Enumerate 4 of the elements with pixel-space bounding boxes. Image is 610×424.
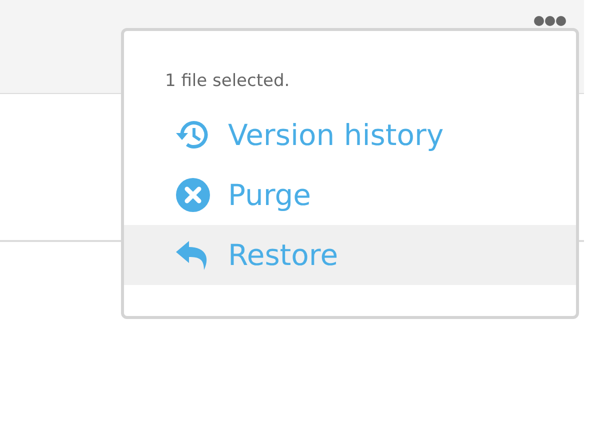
- more-icon[interactable]: [533, 15, 567, 27]
- close-circle-icon: [175, 177, 211, 213]
- menu-item[interactable]: Restore: [124, 225, 576, 285]
- selection-count: 1 file selected.: [164, 70, 291, 93]
